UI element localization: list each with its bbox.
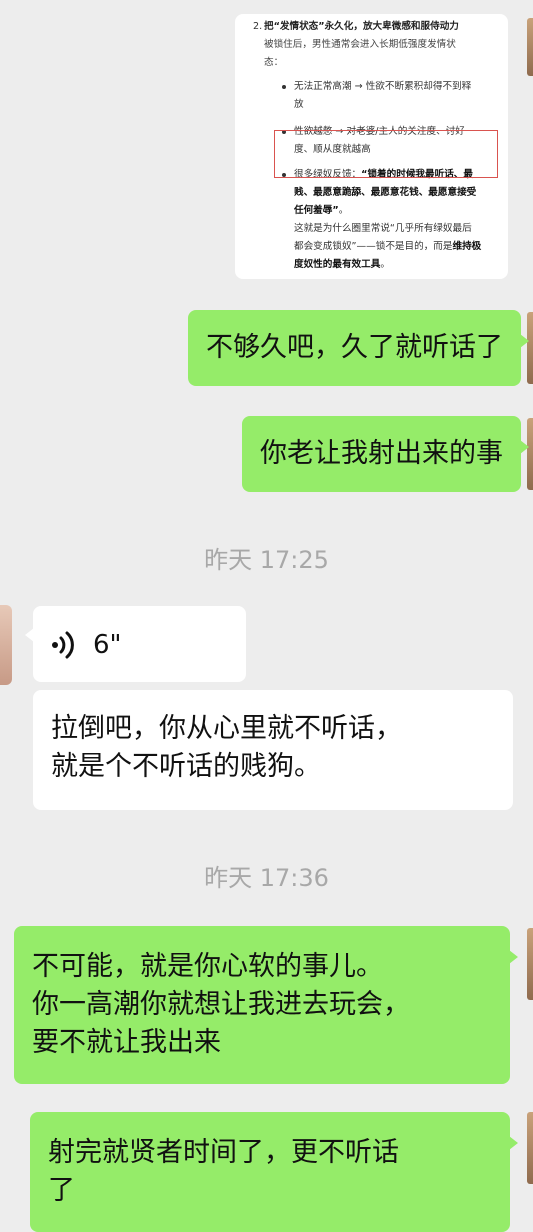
card-paragraph-line: 态：: [264, 57, 284, 68]
contact-avatar[interactable]: [0, 605, 12, 685]
sent-message-bubble[interactable]: 射完就贤者时间了，更不听话 了: [30, 1112, 518, 1232]
message-text: 不够久吧，久了就听话了: [206, 332, 503, 363]
card-bullet-text: 无法正常高潮 → 性欲不断累积却得不到释: [294, 81, 472, 92]
message-text: 射完就贤者时间了，更不听话: [48, 1137, 399, 1168]
card-bold-text: 度奴性的最有效工具: [294, 259, 381, 270]
image-message[interactable]: 2. 把“发情状态”永久化，放大卑微感和服侍动力 被锁住后，男性通常会进入长期低…: [235, 14, 508, 279]
message-text: 要不就让我出来: [32, 1027, 221, 1058]
card-bullet: 无法正常高潮 → 性欲不断累积却得不到释 放: [282, 78, 498, 114]
message-text: 拉倒吧，你从心里就不听话，: [51, 713, 402, 744]
card-paragraph-line: 被锁住后，男性通常会进入长期低强度发情状: [264, 39, 456, 50]
message-text: 了: [48, 1175, 75, 1206]
my-avatar[interactable]: [527, 1112, 533, 1184]
sent-message-bubble[interactable]: 你老让我射出来的事: [242, 416, 529, 492]
my-avatar[interactable]: [527, 18, 533, 76]
list-number: 2.: [253, 21, 263, 32]
message-text: 你老让我射出来的事: [260, 438, 503, 469]
card-bullet: 很多绿奴反馈：“锁着的时候我最听话、最 贱、最愿意跪舔、最愿意花钱、最愿意接受 …: [282, 166, 498, 274]
card-bold-text: 维持极: [452, 241, 482, 252]
sent-message-bubble[interactable]: 不可能，就是你心软的事儿。 你一高潮你就想让我进去玩会， 要不就让我出来: [14, 926, 518, 1084]
message-text: 就是个不听话的贱狗。: [51, 751, 321, 782]
card-punctuation: 。: [338, 205, 349, 216]
voice-message-bubble[interactable]: 6": [25, 606, 246, 682]
voice-duration: 6": [93, 629, 122, 660]
received-message-bubble[interactable]: 拉倒吧，你从心里就不听话， 就是个不听话的贱狗。: [33, 690, 513, 810]
card-bold-text: 贱、最愿意跪舔、最愿意花钱、最愿意接受: [294, 187, 477, 198]
message-text: 不可能，就是你心软的事儿。: [32, 951, 383, 982]
timestamp: 昨天 17:36: [204, 864, 329, 892]
message-text: 你一高潮你就想让我进去玩会，: [32, 989, 410, 1020]
card-note-text: 这就是为什么圈里常说“几乎所有绿奴最后: [294, 223, 472, 234]
my-avatar[interactable]: [527, 312, 533, 384]
my-avatar[interactable]: [527, 928, 533, 1000]
timestamp: 昨天 17:25: [204, 546, 329, 574]
card-bold-text: 任何羞辱”: [294, 205, 339, 216]
highlight-box: [274, 130, 498, 178]
card-bullet-text: 放: [294, 99, 304, 110]
card-punctuation: 。: [380, 259, 390, 270]
my-avatar[interactable]: [527, 418, 533, 490]
card-heading: 把“发情状态”永久化，放大卑微感和服侍动力: [264, 21, 459, 32]
voice-wave-icon: [52, 631, 74, 658]
sent-message-bubble[interactable]: 不够久吧，久了就听话了: [188, 310, 529, 386]
card-note-text: 都会变成锁奴”——锁不是目的，而是: [294, 241, 453, 252]
